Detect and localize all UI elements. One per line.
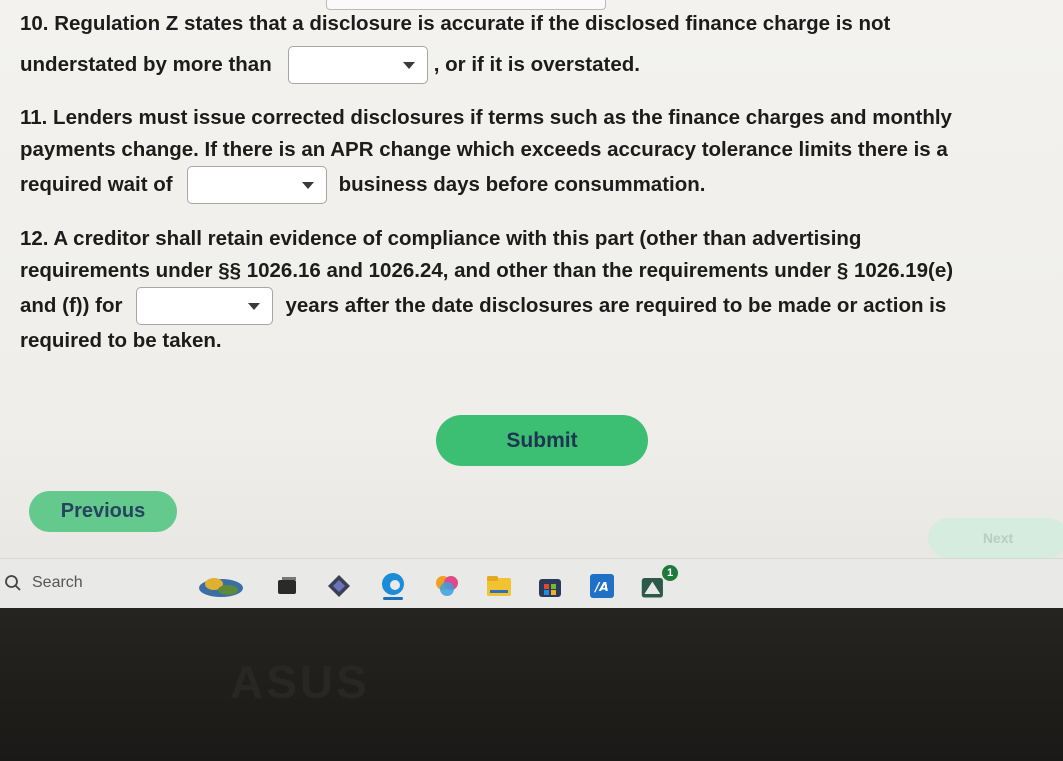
file-explorer-icon[interactable] (484, 571, 514, 601)
search-icon (5, 575, 21, 591)
store-app-icon[interactable]: 1 (640, 565, 678, 601)
question-10-text-before: understated by more than (20, 53, 272, 76)
taskbar-search[interactable]: Search (4, 567, 83, 599)
question-12-text-after: years after the date disclosures are req… (285, 294, 947, 317)
widgets-icon[interactable] (197, 571, 245, 601)
question-12: 12. A creditor shall retain evidence of … (20, 227, 1030, 353)
submit-button[interactable]: Submit (436, 415, 648, 466)
question-12-text-line1: 12. A creditor shall retain evidence of … (20, 227, 862, 250)
chevron-down-icon (301, 181, 314, 189)
task-view-icon[interactable] (272, 571, 302, 601)
store-icon[interactable] (535, 571, 565, 601)
previous-button[interactable]: Previous (29, 491, 177, 532)
question-11-text-after: business days before consummation. (338, 173, 706, 196)
brand-logo: ASUS (230, 656, 370, 708)
question-11-dropdown[interactable] (186, 166, 327, 204)
notification-badge: 1 (662, 565, 678, 581)
question-12-dropdown[interactable] (136, 287, 274, 325)
question-11-text-line2: payments change. If there is an APR chan… (20, 138, 948, 161)
photos-icon[interactable] (432, 571, 462, 601)
svg-text:/A: /A (593, 580, 609, 594)
question-11-text-line1: 11. Lenders must issue corrected disclos… (20, 106, 952, 129)
copilot-icon[interactable] (324, 571, 354, 601)
question-10-dropdown[interactable] (287, 46, 428, 84)
screen: 10. Regulation Z states that a disclosur… (0, 0, 1063, 610)
laptop-bezel (0, 608, 1063, 761)
previous-question-box (326, 0, 606, 10)
question-10: 10. Regulation Z states that a disclosur… (20, 12, 1030, 84)
question-11: 11. Lenders must issue corrected disclos… (20, 106, 1030, 204)
search-label: Search (32, 574, 83, 591)
chevron-down-icon (248, 302, 261, 310)
question-11-text-before: required wait of (20, 173, 173, 196)
next-button: Next (928, 518, 1063, 558)
question-12-text-before: and (f)) for (20, 294, 123, 317)
question-10-text-line1: 10. Regulation Z states that a disclosur… (20, 12, 891, 35)
question-12-text-line4: required to be taken. (20, 329, 222, 352)
question-12-text-line2: requirements under §§ 1026.16 and 1026.2… (20, 259, 954, 282)
app-icon[interactable]: /A (587, 571, 617, 601)
edge-icon[interactable] (378, 571, 408, 601)
question-10-text-after: , or if it is overstated. (433, 53, 640, 76)
chevron-down-icon (402, 61, 415, 69)
taskbar: Search /A 1 (0, 558, 1063, 609)
